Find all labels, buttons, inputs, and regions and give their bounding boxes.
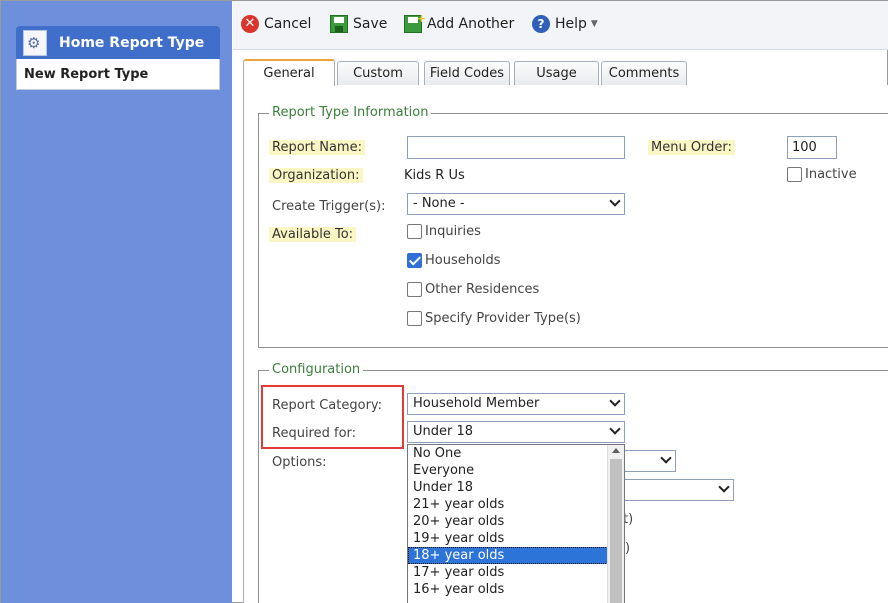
required-for-value: Under 18 [413,424,474,439]
dropdown-option[interactable]: 16+ year olds [408,581,608,598]
required-for-select[interactable]: Under 18 [407,421,625,443]
scroll-up-arrow-icon[interactable] [612,448,620,453]
tab-custom[interactable]: Custom [337,61,419,85]
report-category-value: Household Member [413,396,540,411]
tab-usage[interactable]: Usage [514,61,599,85]
save-label: Save [353,16,388,32]
highlight-annotation [261,385,404,449]
option-text-partial: ) [625,541,631,556]
cancel-label: Cancel [264,16,312,32]
section-legend: Report Type Information [269,105,432,120]
save-button[interactable]: Save [330,15,387,33]
report-settings-icon [23,29,47,56]
households-label: Households [425,253,501,268]
dropdown-option[interactable]: Everyone [408,462,608,479]
menu-order-input[interactable]: 100 [787,136,837,159]
create-trigger-value: - None - [413,196,465,211]
checkbox-box[interactable] [787,167,802,182]
chevron-down-icon [609,395,621,407]
dropdown-option[interactable]: Under 18 [408,479,608,496]
save-icon [330,15,348,33]
households-checkbox[interactable]: Households [407,253,501,268]
menu-order-label: Menu Order: [648,140,735,155]
sidebar-header[interactable]: Home Report Type [16,26,220,59]
report-name-label: Report Name: [269,140,365,155]
inquiries-label: Inquiries [425,224,481,239]
tab-comments[interactable]: Comments [601,61,687,85]
organization-label: Organization: [269,168,363,183]
other-residences-label: Other Residences [425,282,540,297]
other-residences-checkbox[interactable]: Other Residences [407,282,539,297]
chevron-down-icon: ▼ [590,19,598,29]
create-trigger-label: Create Trigger(s): [272,199,386,214]
required-for-dropdown-list[interactable]: No One Everyone Under 18 21+ year olds 2… [407,444,625,603]
add-another-label: Add Another [427,16,515,32]
checkbox-box[interactable] [407,224,422,239]
chevron-down-icon [609,423,621,435]
help-icon: ? [532,15,550,33]
inactive-label: Inactive [805,167,857,182]
sidebar-title: Home Report Type [59,34,205,51]
specify-provider-label: Specify Provider Type(s) [425,311,581,326]
dropdown-option[interactable]: 20+ year olds [408,513,608,530]
chevron-down-icon [660,452,672,464]
sidebar: Home Report Type New Report Type [1,1,232,603]
checkbox-box[interactable] [407,282,422,297]
dropdown-option[interactable]: No One [408,445,608,462]
chevron-down-icon [718,481,730,493]
checkbox-checked[interactable] [407,253,422,268]
options-label: Options: [272,455,327,470]
toolbar: ✕ Cancel Save + Add Another ? Help ▼ [233,1,888,50]
organization-value: Kids R Us [404,168,465,183]
checkbox-box[interactable] [407,311,422,326]
dropdown-scrollbar[interactable] [607,445,624,603]
help-label: Help [555,16,587,32]
tab-field-codes[interactable]: Field Codes [424,61,510,85]
inquiries-checkbox[interactable]: Inquiries [407,224,481,239]
add-another-icon: + [404,12,426,33]
chevron-down-icon [609,195,621,207]
report-category-select[interactable]: Household Member [407,393,625,415]
add-another-button[interactable]: + Add Another [404,12,515,33]
cancel-button[interactable]: ✕ Cancel [241,15,311,33]
sidebar-item-new-report-type[interactable]: New Report Type [16,59,220,90]
cancel-icon: ✕ [241,15,259,33]
dropdown-option[interactable]: 19+ year olds [408,530,608,547]
section-legend: Configuration [269,362,364,377]
scrollbar-thumb[interactable] [610,459,622,603]
tab-general[interactable]: General [243,59,335,86]
dropdown-option[interactable]: 17+ year olds [408,564,608,581]
inactive-checkbox[interactable]: Inactive [787,167,857,182]
available-to-label: Available To: [269,227,357,242]
dropdown-option[interactable]: 21+ year olds [408,496,608,513]
report-name-input[interactable] [407,136,625,159]
dropdown-option-highlighted[interactable]: 18+ year olds [408,547,608,564]
specify-provider-checkbox[interactable]: Specify Provider Type(s) [407,311,581,326]
help-button[interactable]: ? Help ▼ [532,15,598,33]
create-trigger-select[interactable]: - None - [407,193,625,215]
